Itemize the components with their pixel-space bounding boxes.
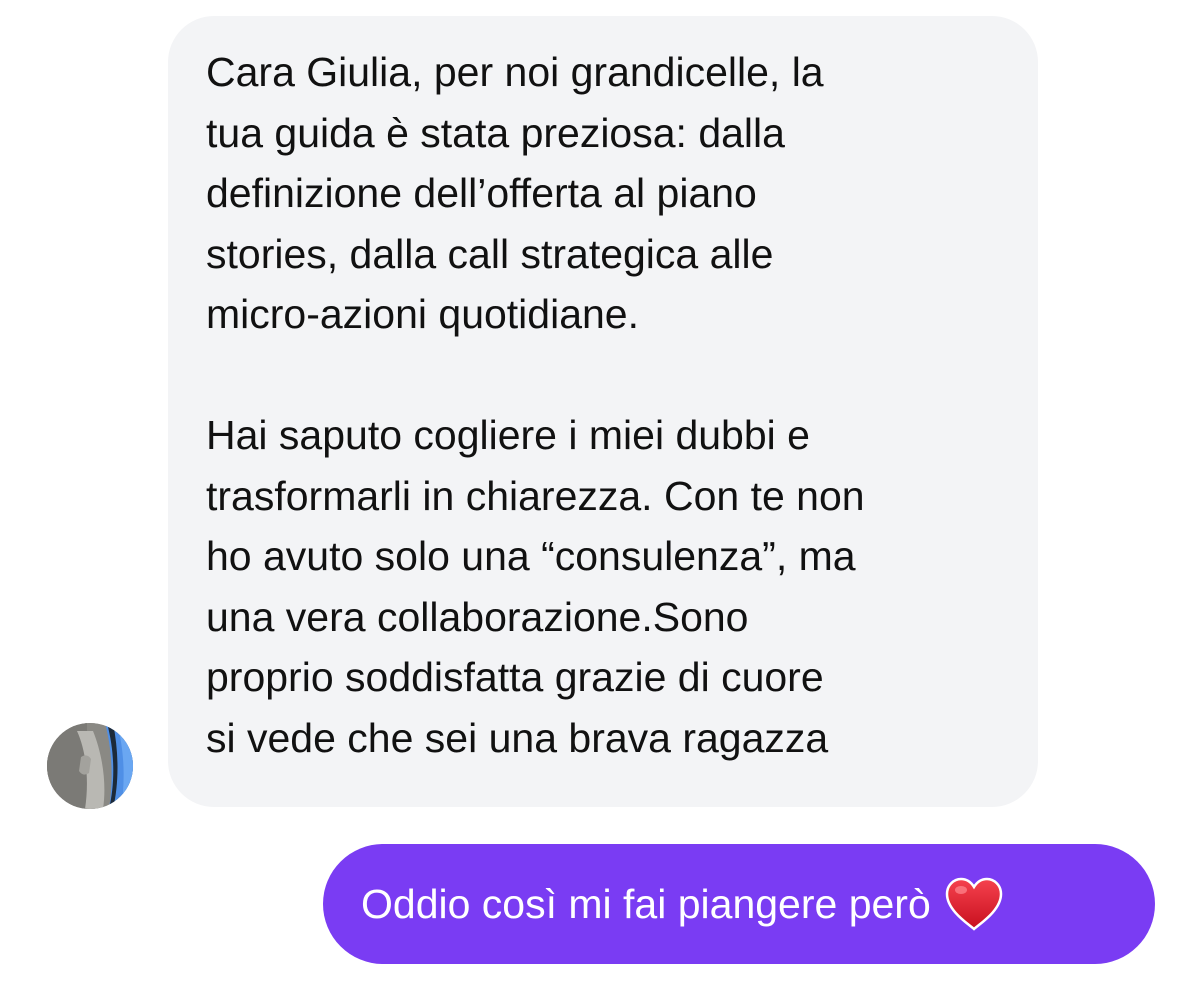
incoming-message-bubble[interactable]: Cara Giulia, per noi grandicelle, la tua… [168,16,1038,807]
message-thread: Cara Giulia, per noi grandicelle, la tua… [0,0,1179,984]
avatar[interactable] [47,723,133,809]
outgoing-message-bubble[interactable]: Oddio così mi fai piangere però [323,844,1155,964]
incoming-message-paragraph: Hai saputo cogliere i miei dubbi e trasf… [206,412,865,761]
outgoing-message-text: Oddio così mi fai piangere però [361,880,931,927]
avatar-photo-icon [47,723,133,809]
heart-icon [945,877,1003,931]
incoming-message-paragraph: Cara Giulia, per noi grandicelle, la tua… [206,49,824,337]
